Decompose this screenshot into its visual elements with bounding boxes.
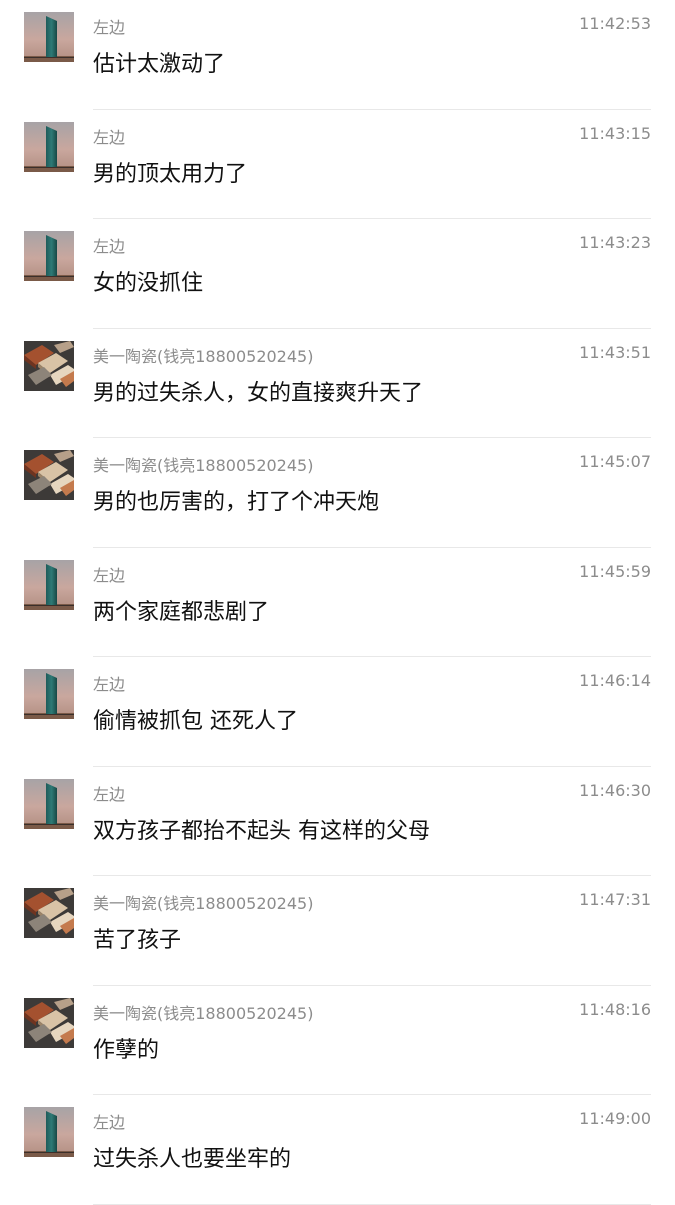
message-timestamp: 11:42:53 <box>579 14 651 33</box>
message-timestamp: 11:43:23 <box>579 233 651 252</box>
message-text: 作孽的 <box>93 1037 160 1063</box>
message-timestamp: 11:43:51 <box>579 342 651 362</box>
tiles-avatar-icon[interactable] <box>24 450 74 500</box>
message-row[interactable]: 左边 11:45:59 两个家庭都悲剧了 <box>0 548 675 657</box>
sender-name: 美一陶瓷(钱亮18800520245) <box>93 1003 314 1023</box>
sender-name: 左边 <box>93 237 126 256</box>
message-row[interactable]: 左边 11:46:30 双方孩子都抬不起头 有这样的父母 <box>0 767 675 876</box>
message-row[interactable]: 左边 11:43:23 女的没抓住 <box>0 219 675 329</box>
message-timestamp: 11:46:14 <box>579 671 651 690</box>
message-text: 过失杀人也要坐牢的 <box>93 1147 292 1172</box>
message-row[interactable]: 美一陶瓷(钱亮18800520245) 11:43:51 男的过失杀人，女的直接… <box>0 329 675 438</box>
sender-name: 左边 <box>93 565 126 585</box>
message-row[interactable]: 美一陶瓷(钱亮18800520245) 11:48:16 作孽的 <box>0 986 675 1095</box>
tower-avatar-icon[interactable] <box>24 559 74 610</box>
sender-name: 左边 <box>93 1113 126 1132</box>
tower-avatar-icon[interactable] <box>24 12 74 62</box>
message-text: 男的顶太用力了 <box>93 161 248 187</box>
tower-avatar-icon[interactable] <box>24 121 74 172</box>
message-timestamp: 11:48:16 <box>579 999 651 1019</box>
tiles-avatar-icon[interactable] <box>24 340 74 391</box>
tower-avatar-icon[interactable] <box>24 669 74 719</box>
message-text: 男的也厉害的，打了个冲天炮 <box>93 490 380 515</box>
sender-name: 美一陶瓷(钱亮18800520245) <box>93 346 314 366</box>
message-row[interactable]: 左边 11:43:15 男的顶太用力了 <box>0 110 675 219</box>
message-text: 男的过失杀人，女的直接爽升天了 <box>93 380 424 406</box>
message-row[interactable]: 左边 11:42:53 估计太激动了 <box>0 0 675 110</box>
message-text: 女的没抓住 <box>93 271 204 296</box>
message-timestamp: 11:47:31 <box>579 890 651 909</box>
tower-avatar-icon[interactable] <box>24 778 74 829</box>
divider <box>93 1203 651 1205</box>
message-text: 估计太激动了 <box>93 52 226 77</box>
message-timestamp: 11:49:00 <box>579 1109 651 1128</box>
tiles-avatar-icon[interactable] <box>24 888 74 938</box>
message-timestamp: 11:46:30 <box>579 780 651 800</box>
message-timestamp: 11:45:59 <box>579 561 651 581</box>
sender-name: 左边 <box>93 18 126 37</box>
sender-name: 美一陶瓷(钱亮18800520245) <box>93 456 314 475</box>
tiles-avatar-icon[interactable] <box>24 997 74 1048</box>
message-row[interactable]: 美一陶瓷(钱亮18800520245) 11:45:07 男的也厉害的，打了个冲… <box>0 438 675 548</box>
sender-name: 左边 <box>93 784 126 804</box>
message-timestamp: 11:45:07 <box>579 452 651 471</box>
message-timestamp: 11:43:15 <box>579 123 651 143</box>
sender-name: 左边 <box>93 675 126 694</box>
message-row[interactable]: 美一陶瓷(钱亮18800520245) 11:47:31 苦了孩子 <box>0 876 675 986</box>
message-row[interactable]: 左边 11:49:00 过失杀人也要坐牢的 <box>0 1095 675 1205</box>
message-row[interactable]: 左边 11:46:14 偷情被抓包 还死人了 <box>0 657 675 767</box>
message-text: 双方孩子都抬不起头 有这样的父母 <box>93 818 430 844</box>
sender-name: 左边 <box>93 127 126 147</box>
message-text: 两个家庭都悲剧了 <box>93 599 270 625</box>
tower-avatar-icon[interactable] <box>24 1107 74 1157</box>
tower-avatar-icon[interactable] <box>24 231 74 281</box>
sender-name: 美一陶瓷(钱亮18800520245) <box>93 894 314 913</box>
message-text: 苦了孩子 <box>93 928 182 953</box>
message-text: 偷情被抓包 还死人了 <box>93 709 298 734</box>
